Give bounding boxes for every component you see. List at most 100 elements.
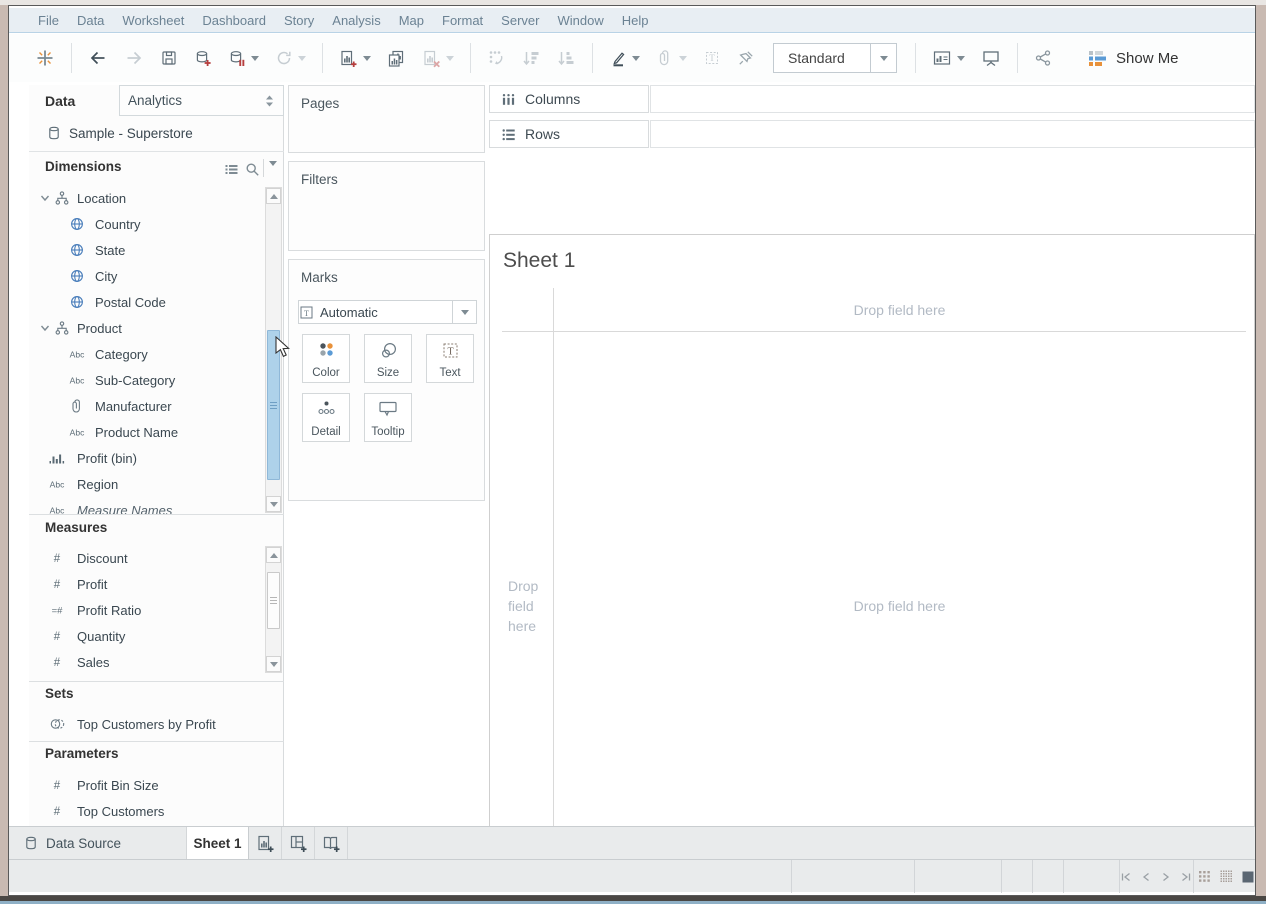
field-quantity[interactable]: #Quantity	[29, 623, 261, 649]
field-category[interactable]: AbcCategory	[29, 341, 261, 367]
sheet-tab-sheet1[interactable]: Sheet 1	[187, 827, 249, 860]
field-product[interactable]: Product	[29, 315, 261, 341]
new-story-button[interactable]	[315, 827, 348, 860]
rows-shelf[interactable]	[650, 120, 1255, 148]
menu-worksheet[interactable]: Worksheet	[113, 13, 193, 28]
list-view-icon[interactable]	[223, 161, 240, 178]
dimensions-menu-caret-icon[interactable]	[269, 166, 277, 184]
field-measure-names[interactable]: AbcMeasure Names	[29, 497, 261, 514]
highlight-button[interactable]	[601, 42, 648, 74]
detail-mark-button[interactable]: Detail	[302, 393, 350, 442]
drop-zone-columns[interactable]: Drop field here	[553, 288, 1246, 331]
data-source-tab[interactable]: Data Source	[9, 827, 187, 860]
field-product-name[interactable]: AbcProduct Name	[29, 419, 261, 445]
columns-shelf[interactable]	[650, 85, 1255, 113]
menu-dashboard[interactable]: Dashboard	[193, 13, 275, 28]
field-state[interactable]: State	[29, 237, 261, 263]
show-mark-labels-button[interactable]	[924, 42, 973, 74]
toolbar-separator	[322, 43, 323, 73]
drop-zone-body[interactable]: Drop field here	[553, 331, 1246, 880]
duplicate-sheet-button[interactable]	[379, 42, 414, 74]
scrollbar-thumb[interactable]	[267, 330, 280, 480]
drop-zone-rows[interactable]: Drop field here	[502, 331, 553, 880]
field-discount[interactable]: #Discount	[29, 545, 261, 571]
scroll-down-arrow[interactable]	[266, 656, 281, 672]
field-region[interactable]: AbcRegion	[29, 471, 261, 497]
tooltip-mark-button[interactable]: Tooltip	[364, 393, 412, 442]
add-data-button[interactable]	[186, 42, 220, 74]
view-mode-caret-icon[interactable]	[870, 44, 896, 72]
data-source-connection[interactable]: Sample - Superstore	[29, 116, 284, 152]
field-city[interactable]: City	[29, 263, 261, 289]
color-mark-button[interactable]: Color	[302, 334, 350, 383]
menu-story[interactable]: Story	[275, 13, 323, 28]
field-location[interactable]: Location	[29, 185, 261, 211]
pages-card[interactable]: Pages	[288, 85, 485, 153]
menu-analysis[interactable]: Analysis	[323, 13, 389, 28]
scroll-down-arrow[interactable]	[266, 496, 281, 512]
show-me-button[interactable]: Show Me	[1078, 50, 1189, 67]
view-mode-select[interactable]: Standard	[773, 43, 897, 73]
grid-tile-icon[interactable]	[1197, 869, 1212, 884]
chevron-down-icon[interactable]	[39, 322, 51, 334]
sheet-title: Sheet 1	[503, 249, 575, 273]
columns-label: Columns	[525, 91, 580, 107]
square-filled-icon[interactable]	[1241, 870, 1255, 884]
svg-text:#: #	[54, 780, 61, 792]
search-icon[interactable]	[244, 161, 261, 178]
grid-dense-icon[interactable]	[1219, 869, 1234, 884]
text-mark-button[interactable]: TText	[426, 334, 474, 383]
pause-updates-button[interactable]	[220, 42, 267, 74]
back-arrow-button[interactable]	[80, 42, 116, 74]
field-sub-category[interactable]: AbcSub-Category	[29, 367, 261, 393]
nav-last-icon[interactable]	[1180, 871, 1192, 883]
share-button[interactable]	[1026, 42, 1060, 74]
menu-help[interactable]: Help	[613, 13, 658, 28]
field-profit-bin-size[interactable]: #Profit Bin Size	[29, 772, 261, 798]
nav-prev-icon[interactable]	[1140, 871, 1152, 883]
field-postal-code[interactable]: Postal Code	[29, 289, 261, 315]
mark-type-dropdown[interactable]: T Automatic	[298, 300, 477, 324]
field-country[interactable]: Country	[29, 211, 261, 237]
new-worksheet-button[interactable]	[249, 827, 282, 860]
menu-server[interactable]: Server	[492, 13, 548, 28]
statusbar-divider	[1001, 860, 1002, 893]
presentation-mode-button[interactable]	[973, 42, 1009, 74]
field-top-customers[interactable]: #Top Customers	[29, 798, 261, 824]
new-worksheet-button[interactable]	[331, 42, 379, 74]
nav-next-icon[interactable]	[1160, 871, 1172, 883]
scroll-up-arrow[interactable]	[266, 547, 281, 563]
refresh-icon	[275, 49, 293, 67]
show-mark-labels-icon	[932, 49, 952, 67]
marks-card: Marks T Automatic ColorSizeTTextDetailTo…	[288, 259, 485, 501]
globe-icon	[66, 242, 88, 258]
dimensions-scrollbar[interactable]	[265, 187, 282, 513]
field-manufacturer[interactable]: Manufacturer	[29, 393, 261, 419]
menu-map[interactable]: Map	[390, 13, 433, 28]
chevron-down-icon[interactable]	[39, 192, 51, 204]
scroll-up-arrow[interactable]	[266, 188, 281, 204]
new-dashboard-button[interactable]	[282, 827, 315, 860]
field-profit-ratio[interactable]: =#Profit Ratio	[29, 597, 261, 623]
tableau-logo-button[interactable]	[27, 42, 63, 74]
save-button[interactable]	[152, 42, 186, 74]
menu-data[interactable]: Data	[68, 13, 113, 28]
menu-window[interactable]: Window	[548, 13, 612, 28]
size-mark-button[interactable]: Size	[364, 334, 412, 383]
filters-card[interactable]: Filters	[288, 161, 485, 251]
field-profit-bin-[interactable]: Profit (bin)	[29, 445, 261, 471]
nav-first-icon[interactable]	[1120, 871, 1132, 883]
field-profit[interactable]: #Profit	[29, 571, 261, 597]
menu-file[interactable]: File	[29, 13, 68, 28]
mark-type-caret-icon[interactable]	[452, 301, 476, 323]
tab-analytics[interactable]: Analytics	[119, 85, 284, 116]
tab-analytics-label: Analytics	[128, 93, 182, 108]
tab-data[interactable]: Data	[45, 85, 75, 116]
measures-scrollbar[interactable]	[265, 546, 282, 673]
toolbar-separator	[915, 43, 916, 73]
scrollbar-thumb[interactable]	[267, 572, 280, 629]
field-top-customers-by-profit[interactable]: Top Customers by Profit	[29, 711, 261, 737]
globe-icon	[66, 216, 88, 232]
menu-format[interactable]: Format	[433, 13, 492, 28]
field-sales[interactable]: #Sales	[29, 649, 261, 675]
